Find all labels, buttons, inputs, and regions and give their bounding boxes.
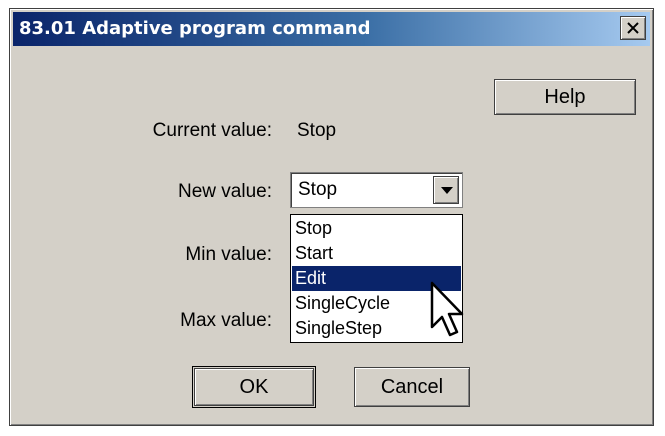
ok-button-label: OK bbox=[239, 375, 269, 398]
close-icon bbox=[627, 22, 639, 34]
new-value-label: New value: bbox=[178, 181, 272, 202]
title-bar[interactable]: 83.01 Adaptive program command bbox=[13, 12, 650, 46]
help-button[interactable]: Help bbox=[494, 79, 636, 115]
window-title: 83.01 Adaptive program command bbox=[19, 18, 371, 39]
ok-button-focus-frame: OK bbox=[192, 366, 316, 408]
max-value-label: Max value: bbox=[180, 310, 272, 331]
current-value-label: Current value: bbox=[152, 120, 272, 141]
new-value-combobox[interactable]: Stop bbox=[290, 172, 463, 208]
help-button-label: Help bbox=[544, 85, 586, 108]
min-value-label: Min value: bbox=[185, 244, 272, 265]
dropdown-option-start[interactable]: Start bbox=[292, 241, 461, 266]
cancel-button-label: Cancel bbox=[380, 375, 444, 398]
cancel-button[interactable]: Cancel bbox=[354, 367, 470, 407]
mouse-pointer-icon bbox=[430, 281, 464, 337]
dialog-window: 83.01 Adaptive program command Help Curr… bbox=[9, 8, 654, 426]
chevron-down-icon bbox=[441, 187, 453, 194]
ok-button[interactable]: OK bbox=[194, 368, 314, 406]
new-value-selected: Stop bbox=[298, 179, 338, 200]
close-button[interactable] bbox=[620, 16, 646, 40]
dropdown-arrow-button[interactable] bbox=[433, 176, 459, 204]
dropdown-option-stop[interactable]: Stop bbox=[292, 216, 461, 241]
current-value: Stop bbox=[297, 120, 337, 141]
